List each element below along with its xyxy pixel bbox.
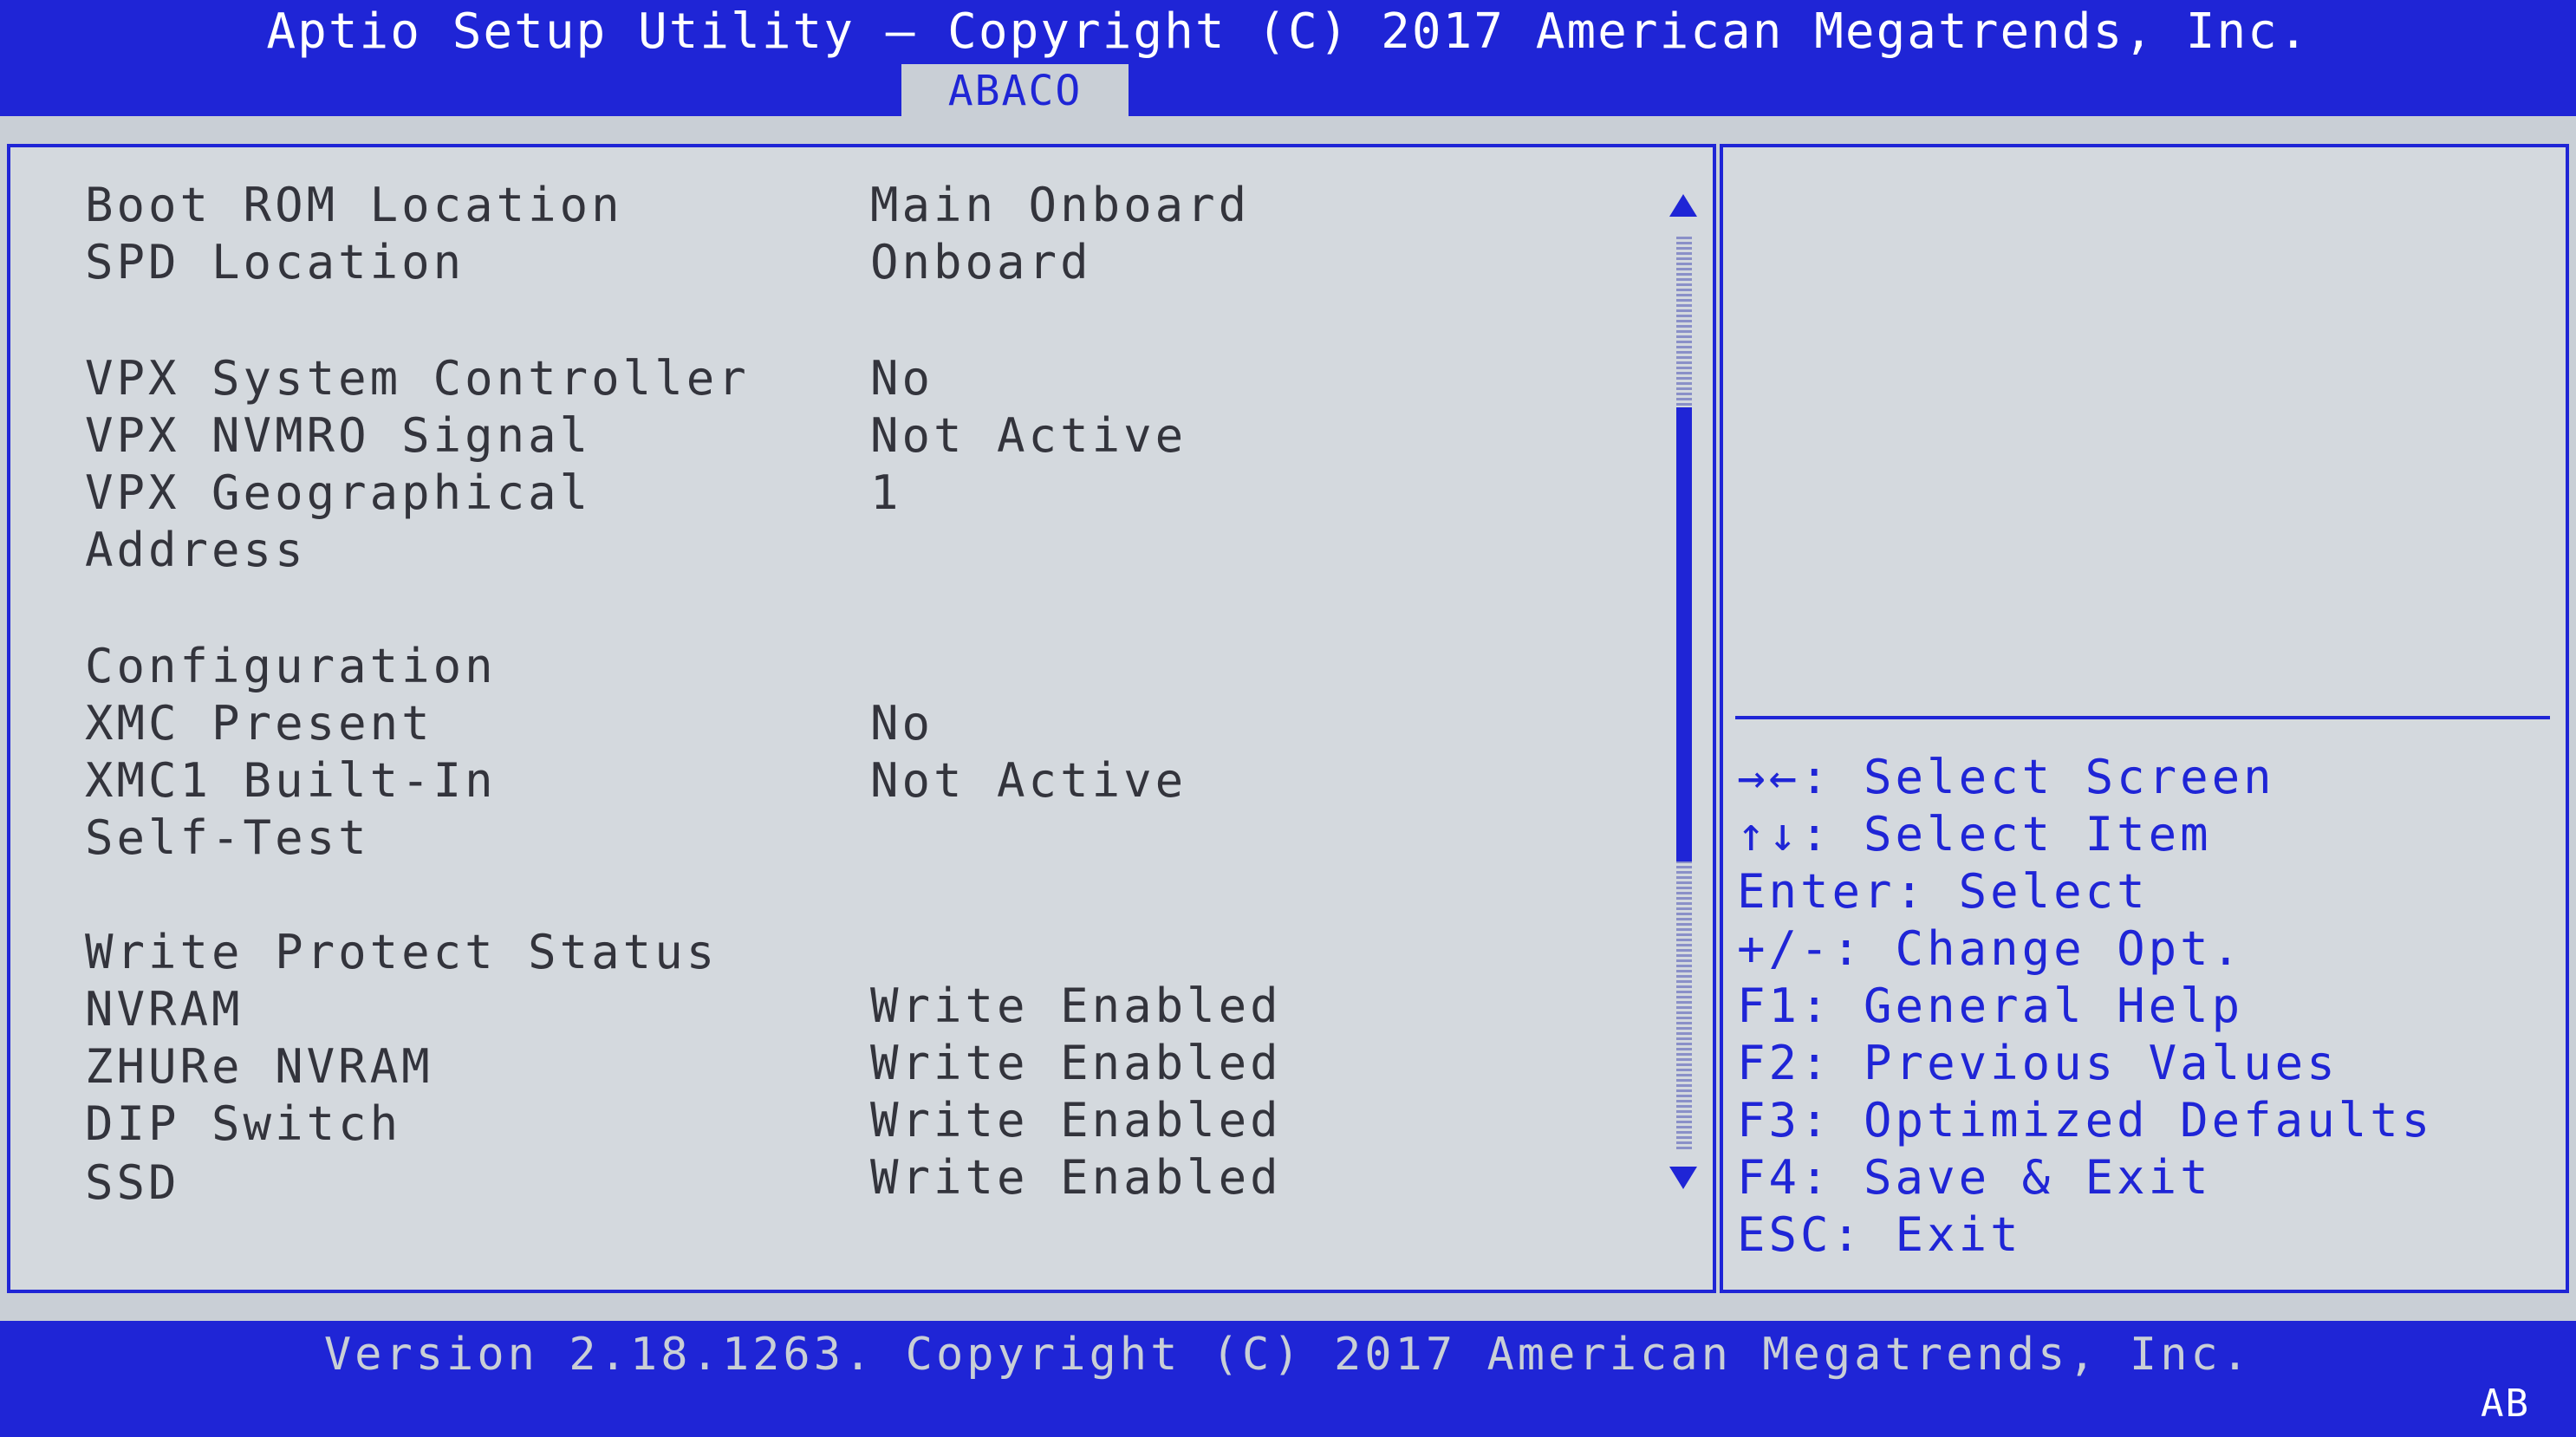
tab-abaco[interactable]: ABACO (901, 64, 1129, 116)
section-write-protect-status: Write Protect Status (85, 925, 719, 979)
scroll-up-arrow-icon[interactable] (1669, 194, 1697, 217)
scroll-down-arrow-icon[interactable] (1669, 1167, 1697, 1189)
help-esc-exit: ESC: Exit (1737, 1207, 2022, 1262)
setting-label-address: Address (85, 523, 307, 577)
help-divider (1735, 716, 2550, 719)
setting-value-xmc1-built-in: Not Active (870, 753, 1187, 808)
setting-label-vpx-geographical: VPX Geographical (85, 465, 592, 520)
setting-value-vpx-system-controller: No (870, 351, 934, 406)
help-previous-values: F2: Previous Values (1737, 1036, 2339, 1090)
help-optimized-defaults: F3: Optimized Defaults (1737, 1093, 2434, 1148)
setting-value-zhure-nvram: Write Enabled (870, 1036, 1282, 1090)
setting-value-nvram: Write Enabled (870, 979, 1282, 1033)
help-change-opt: +/-: Change Opt. (1737, 921, 2244, 976)
setting-value-spd-location: Onboard (870, 235, 1092, 289)
corner-code: AB (2481, 1382, 2530, 1426)
help-enter-select: Enter: Select (1737, 864, 2149, 919)
setting-value-xmc-present: No (870, 696, 934, 751)
setting-label-spd-location: SPD Location (85, 235, 465, 289)
setting-label-dip-switch: DIP Switch (85, 1096, 402, 1151)
setting-value-dip-switch: Write Enabled (870, 1093, 1282, 1148)
setting-label-xmc-present: XMC Present (85, 696, 433, 751)
setting-label-ssd: SSD (85, 1155, 180, 1210)
help-save-exit: F4: Save & Exit (1737, 1150, 2212, 1205)
setting-label-nvram: NVRAM (85, 982, 244, 1037)
setting-value-vpx-geographical: 1 (870, 465, 902, 520)
setting-label-xmc1-built-in: XMC1 Built-In (85, 753, 497, 808)
help-select-screen: →←: Select Screen (1737, 750, 2275, 804)
scrollbar-thumb[interactable] (1676, 407, 1692, 862)
app-title: Aptio Setup Utility – Copyright (C) 2017… (266, 3, 2310, 60)
setting-label-zhure-nvram: ZHURe NVRAM (85, 1039, 433, 1094)
help-general-help: F1: General Help (1737, 979, 2244, 1033)
setting-label-vpx-nvmro-signal: VPX NVMRO Signal (85, 408, 592, 463)
section-configuration: Configuration (85, 639, 497, 693)
setting-value-boot-rom-location: Main Onboard (870, 178, 1251, 232)
version-string: Version 2.18.1263. Copyright (C) 2017 Am… (323, 1329, 2253, 1381)
help-select-item: ↑↓: Select Item (1737, 807, 2212, 862)
setting-label-vpx-system-controller: VPX System Controller (85, 351, 750, 406)
setting-label-boot-rom-location: Boot ROM Location (85, 178, 623, 232)
setting-value-vpx-nvmro-signal: Not Active (870, 408, 1187, 463)
setting-value-ssd: Write Enabled (870, 1150, 1282, 1205)
setting-label-self-test: Self-Test (85, 810, 370, 865)
